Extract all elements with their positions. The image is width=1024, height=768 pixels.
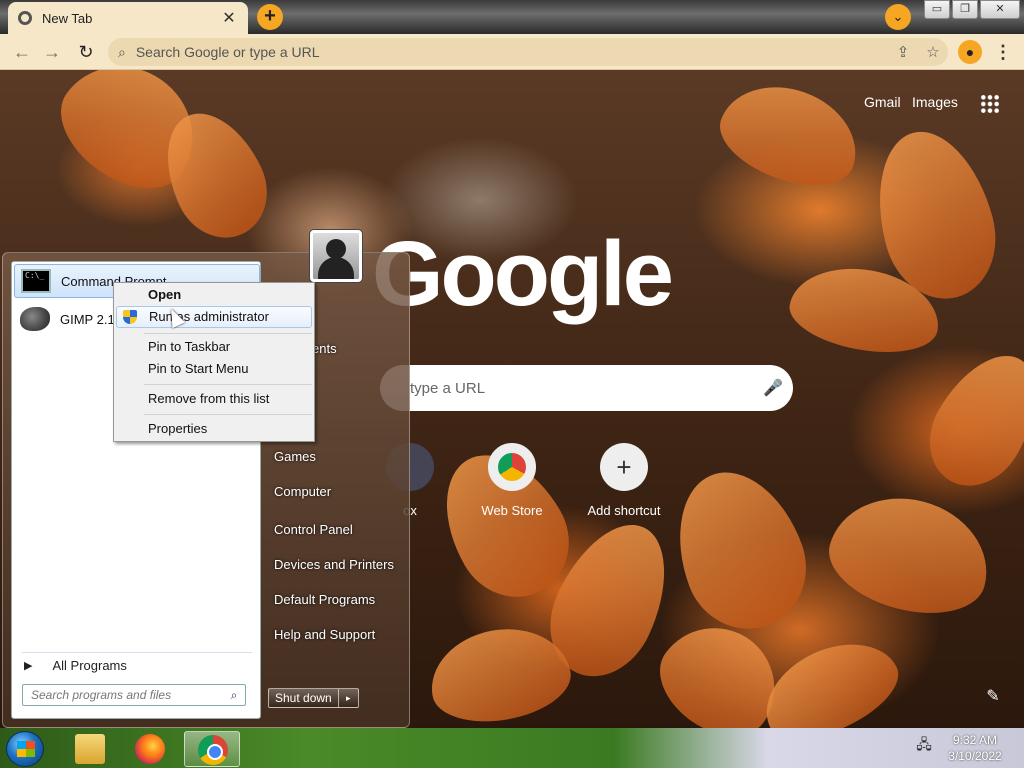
chrome-favicon-icon [18,11,32,25]
address-bar[interactable]: ⌕ Search Google or type a URL ⇪ ☆ [108,38,948,66]
browser-toolbar: ← → ↻ ⌕ Search Google or type a URL ⇪ ☆ … [0,34,1024,70]
bookmark-star-icon[interactable]: ☆ [918,43,948,61]
restore-button[interactable]: ❐ [952,0,978,19]
start-search-input[interactable]: Search programs and files ⌕ [22,684,246,706]
shutdown-button[interactable]: Shut down [268,688,339,708]
search-icon: ⌕ [118,43,126,60]
search-icon[interactable]: ⌕ [223,688,245,703]
taskbar-clock[interactable]: 9:32 AM 3/10/2022 [940,732,1010,764]
forward-button[interactable]: → [40,40,64,64]
images-link[interactable]: Images [912,94,958,110]
chrome-icon [198,735,228,765]
profile-avatar-icon[interactable]: ● [958,40,982,64]
shutdown-options-arrow-icon[interactable]: ▸ [338,688,359,708]
close-window-button[interactable]: ✕ [980,0,1020,19]
google-logo: Google [372,223,674,325]
voice-search-icon[interactable]: 🎤 [753,378,793,398]
start-link-default-programs[interactable]: Default Programs [274,592,375,607]
browser-title-bar: New Tab ✕ + ⌄ ▭ ❐ ✕ [0,0,1024,34]
clock-time: 9:32 AM [952,733,998,747]
menu-item-remove-from-list[interactable]: Remove from this list [116,388,312,410]
gmail-link[interactable]: Gmail [864,94,901,110]
start-link-help-support[interactable]: Help and Support [274,627,375,642]
command-prompt-icon: C:\_ [21,269,51,293]
google-search-box[interactable]: type a URL 🎤 [380,365,793,411]
reload-button[interactable]: ↻ [74,40,98,64]
google-apps-icon[interactable] [980,94,1000,114]
start-button[interactable] [6,731,44,767]
customize-pencil-icon[interactable]: ✎ [982,686,1004,708]
gimp-icon [20,307,50,331]
add-shortcut-button[interactable]: + Add shortcut [569,443,679,518]
menu-item-pin-to-start-menu[interactable]: Pin to Start Menu [116,358,312,380]
taskbar-explorer[interactable] [62,731,118,767]
clock-date: 3/10/2022 [948,749,1002,763]
back-button[interactable]: ← [10,40,34,64]
new-tab-button[interactable]: + [257,4,283,30]
tab-new-tab[interactable]: New Tab ✕ [8,2,248,34]
tab-search-button[interactable]: ⌄ [885,4,911,30]
tab-title: New Tab [42,10,93,26]
user-account-picture[interactable] [310,230,362,282]
menu-separator [144,414,312,415]
address-bar-placeholder: Search Google or type a URL [135,44,320,60]
shortcut-label: Web Store [481,503,543,518]
taskbar-chrome[interactable] [184,731,240,767]
context-menu: Open Run as administrator Pin to Taskbar… [113,282,315,442]
menu-separator [144,384,312,385]
menu-item-pin-to-taskbar[interactable]: Pin to Taskbar [116,336,312,358]
tab-close-icon[interactable]: ✕ [220,8,238,28]
shutdown-group: Shut down ▸ [268,688,359,708]
share-icon[interactable]: ⇪ [888,43,918,61]
shortcut-web-store[interactable]: Web Store [457,443,567,518]
start-link-control-panel[interactable]: Control Panel [274,522,353,537]
menu-item-properties[interactable]: Properties [116,418,312,440]
start-link-devices-printers[interactable]: Devices and Printers [274,557,394,572]
plus-icon: + [600,443,648,491]
folder-icon [75,734,105,764]
all-programs-label: All Programs [52,658,127,673]
start-search-placeholder: Search programs and files [31,688,172,702]
shortcut-label: Add shortcut [587,503,661,518]
web-store-icon [488,443,536,491]
firefox-icon [135,734,165,764]
network-tray-icon[interactable]: 🖧 [914,734,934,752]
menu-item-open[interactable]: Open [116,284,312,306]
start-link-computer[interactable]: Computer [274,484,331,499]
window-controls: ▭ ❐ ✕ [922,0,1020,20]
menu-item-run-as-administrator[interactable]: Run as administrator [116,306,312,328]
windows-logo-icon [17,741,35,757]
uac-shield-icon [123,310,137,324]
menu-separator [144,333,312,334]
minimize-button[interactable]: ▭ [924,0,950,19]
start-link-games[interactable]: Games [274,449,316,464]
browser-menu-button[interactable]: ⋮ [994,40,1012,64]
all-programs-button[interactable]: ▶ All Programs [22,652,252,678]
google-search-placeholder: type a URL [410,379,486,397]
taskbar-firefox[interactable] [122,731,178,767]
arrow-right-icon: ▶ [24,660,33,672]
start-link-documents[interactable]: ents [312,341,337,356]
